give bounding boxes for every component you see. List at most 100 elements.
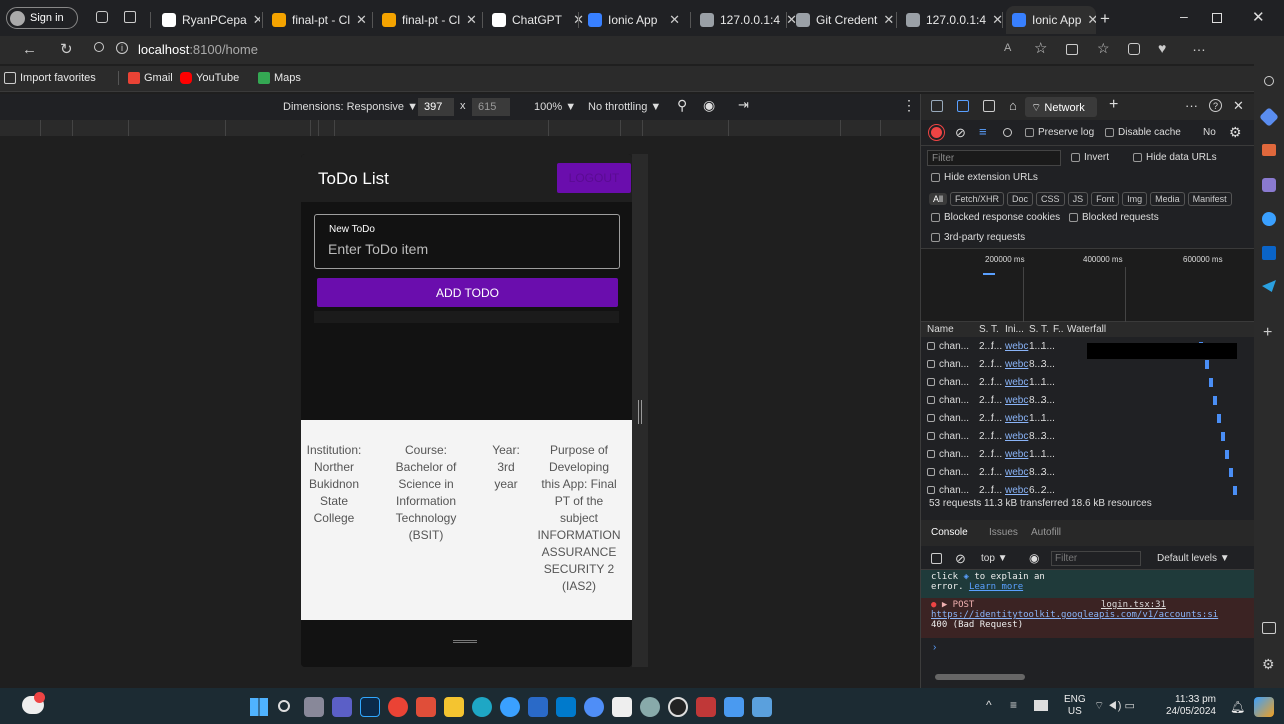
site-info-icon[interactable]: i	[116, 42, 128, 54]
error-url-link[interactable]: https://identitytoolkit.googleapis.com/v…	[931, 610, 1245, 620]
tab-actions-icon[interactable]	[124, 11, 136, 23]
refresh-icon[interactable]: ↻	[60, 40, 73, 58]
throttle-select[interactable]: No throttling ▼	[588, 101, 661, 113]
more-menu-icon[interactable]: …	[1192, 38, 1206, 54]
table-row[interactable]: chan... 2... f... webc 8... 3...	[921, 428, 1255, 446]
console-prompt-icon[interactable]: ›	[933, 642, 936, 653]
blocked-requests-checkbox[interactable]: Blocked requests	[1069, 212, 1159, 223]
tray-network-icon[interactable]: ≡	[1010, 698, 1017, 712]
browser-tab[interactable]: final-pt - Cl ✕	[376, 6, 480, 34]
fav-import[interactable]: Import favorites	[4, 72, 96, 84]
close-tab-icon[interactable]: ✕	[356, 12, 367, 28]
browser-tab[interactable]: RyanPCepa ✕	[156, 6, 260, 34]
search-network-icon[interactable]	[1003, 128, 1012, 137]
console-filter-input[interactable]: Filter	[1051, 551, 1141, 566]
teams-icon[interactable]	[332, 697, 352, 717]
disable-cache-checkbox[interactable]: Disable cache	[1105, 127, 1181, 138]
live-expression-icon[interactable]: ◉	[1029, 551, 1039, 565]
type-filter-chip[interactable]: JS	[1067, 192, 1089, 206]
search-icon[interactable]	[94, 42, 104, 52]
filter-toggle-icon[interactable]: ≡	[979, 124, 987, 139]
photoshop-icon[interactable]	[360, 697, 380, 717]
network-overview[interactable]: 200000 ms 400000 ms 600000 ms	[921, 248, 1255, 323]
console-tab[interactable]: Autofill	[1031, 527, 1061, 538]
hide-data-urls-checkbox[interactable]: Hide data URLs	[1133, 152, 1217, 163]
read-aloud-icon[interactable]: A	[1004, 42, 1011, 54]
sidebar-settings-icon[interactable]: ⚙	[1262, 656, 1275, 673]
device-toggle-icon[interactable]	[957, 100, 969, 112]
browser-tab[interactable]: Ionic App ✕	[1006, 6, 1096, 34]
rotate-icon[interactable]: ⇥	[738, 97, 749, 113]
error-source-link[interactable]: login.tsx:31	[1101, 600, 1166, 610]
close-tab-icon[interactable]: ✕	[669, 12, 680, 28]
vision-icon[interactable]: ◉	[703, 97, 715, 114]
more-options-icon[interactable]: ⋮	[902, 97, 916, 114]
browser-tab[interactable]: 127.0.0.1:4 ✕	[900, 6, 1004, 34]
maximize-button[interactable]	[1212, 13, 1222, 23]
browser-tab[interactable]: final-pt - Cl ✕	[266, 6, 370, 34]
sidebar-tools-icon[interactable]	[1262, 144, 1276, 156]
chrome-icon[interactable]	[388, 697, 408, 717]
close-tab-icon[interactable]: ✕	[1087, 12, 1096, 28]
dock-icon[interactable]	[983, 100, 995, 112]
new-todo-field[interactable]: New ToDo	[314, 214, 620, 269]
settings-icon[interactable]	[640, 697, 660, 717]
copilot-taskbar-icon[interactable]	[1254, 697, 1274, 717]
type-filter-chip[interactable]: All	[929, 193, 948, 205]
device-resize-handle[interactable]	[632, 154, 648, 667]
sidebar-shopping-icon[interactable]	[1259, 107, 1279, 127]
visual-paradigm-icon[interactable]	[696, 697, 716, 717]
inspect-icon[interactable]	[931, 100, 943, 112]
type-filter-chip[interactable]: Img	[1122, 192, 1148, 206]
add-tool-icon[interactable]: +	[1109, 96, 1118, 114]
third-party-checkbox[interactable]: 3rd-party requests	[931, 232, 1025, 243]
column-header[interactable]: Waterfall	[1067, 324, 1106, 335]
network-throttle[interactable]: No	[1203, 127, 1216, 138]
vscode-icon[interactable]	[556, 697, 576, 717]
dimensions-select[interactable]: Dimensions: Responsive ▼	[283, 101, 418, 113]
table-row[interactable]: chan... 2... f... webc 1... 1...	[921, 410, 1255, 428]
add-todo-button[interactable]: ADD TODO	[317, 278, 618, 307]
language-indicator[interactable]: ENG US	[1064, 694, 1086, 718]
type-filter-chip[interactable]: CSS	[1036, 192, 1065, 206]
fav-youtube[interactable]: YouTube	[180, 72, 239, 84]
sidebar-copilot-icon[interactable]	[1262, 212, 1276, 226]
close-devtools-icon[interactable]: ✕	[1233, 98, 1244, 114]
new-tab-button[interactable]: +	[1100, 9, 1110, 29]
notification-bell-icon[interactable]: 🔔︎	[1230, 700, 1245, 714]
clock[interactable]: 11:33 pm 24/05/2024	[1164, 694, 1216, 718]
table-row[interactable]: chan... 2... f... webc 8... 3...	[921, 464, 1255, 482]
taskbar-search-icon[interactable]	[278, 700, 290, 712]
fav-maps[interactable]: Maps	[258, 72, 301, 84]
table-row[interactable]: chan... 2... f... webc 1... 1...	[921, 374, 1255, 392]
type-filter-chip[interactable]: Media	[1150, 192, 1185, 206]
browser-icon[interactable]	[500, 697, 520, 717]
height-input[interactable]: 615	[472, 98, 510, 116]
type-filter-chip[interactable]: Fetch/XHR	[950, 192, 1005, 206]
width-input[interactable]: 397	[418, 98, 454, 116]
type-filter-chip[interactable]: Manifest	[1187, 192, 1232, 206]
column-header[interactable]: F..	[1053, 324, 1064, 335]
task-view-icon[interactable]	[304, 697, 324, 717]
column-header[interactable]: Name	[927, 324, 954, 335]
sidebar-screenshot-icon[interactable]	[1262, 622, 1276, 634]
close-tab-icon[interactable]: ✕	[466, 12, 477, 28]
capcut-icon[interactable]	[612, 697, 632, 717]
zoom-select[interactable]: 100% ▼	[534, 101, 576, 113]
column-header[interactable]: Ini...	[1005, 324, 1024, 335]
record-icon[interactable]	[931, 127, 942, 138]
network-tab[interactable]: ⌔ Network	[1025, 97, 1097, 117]
notepad-icon[interactable]	[724, 697, 744, 717]
column-header[interactable]: T.	[991, 324, 999, 335]
help-icon[interactable]: ?	[1209, 99, 1222, 112]
url-field[interactable]: localhost:8100/home	[138, 42, 258, 57]
preserve-log-checkbox[interactable]: Preserve log	[1025, 127, 1094, 138]
virtualbox-icon[interactable]	[528, 697, 548, 717]
clear-icon[interactable]: ⊘	[955, 125, 966, 141]
type-filter-chip[interactable]: Doc	[1007, 192, 1034, 206]
context-select[interactable]: top ▼	[981, 553, 1008, 564]
app-icon[interactable]	[584, 697, 604, 717]
close-window-button[interactable]: ✕	[1252, 8, 1265, 26]
invert-checkbox[interactable]: Invert	[1071, 152, 1109, 163]
minimize-button[interactable]: –	[1180, 8, 1188, 24]
